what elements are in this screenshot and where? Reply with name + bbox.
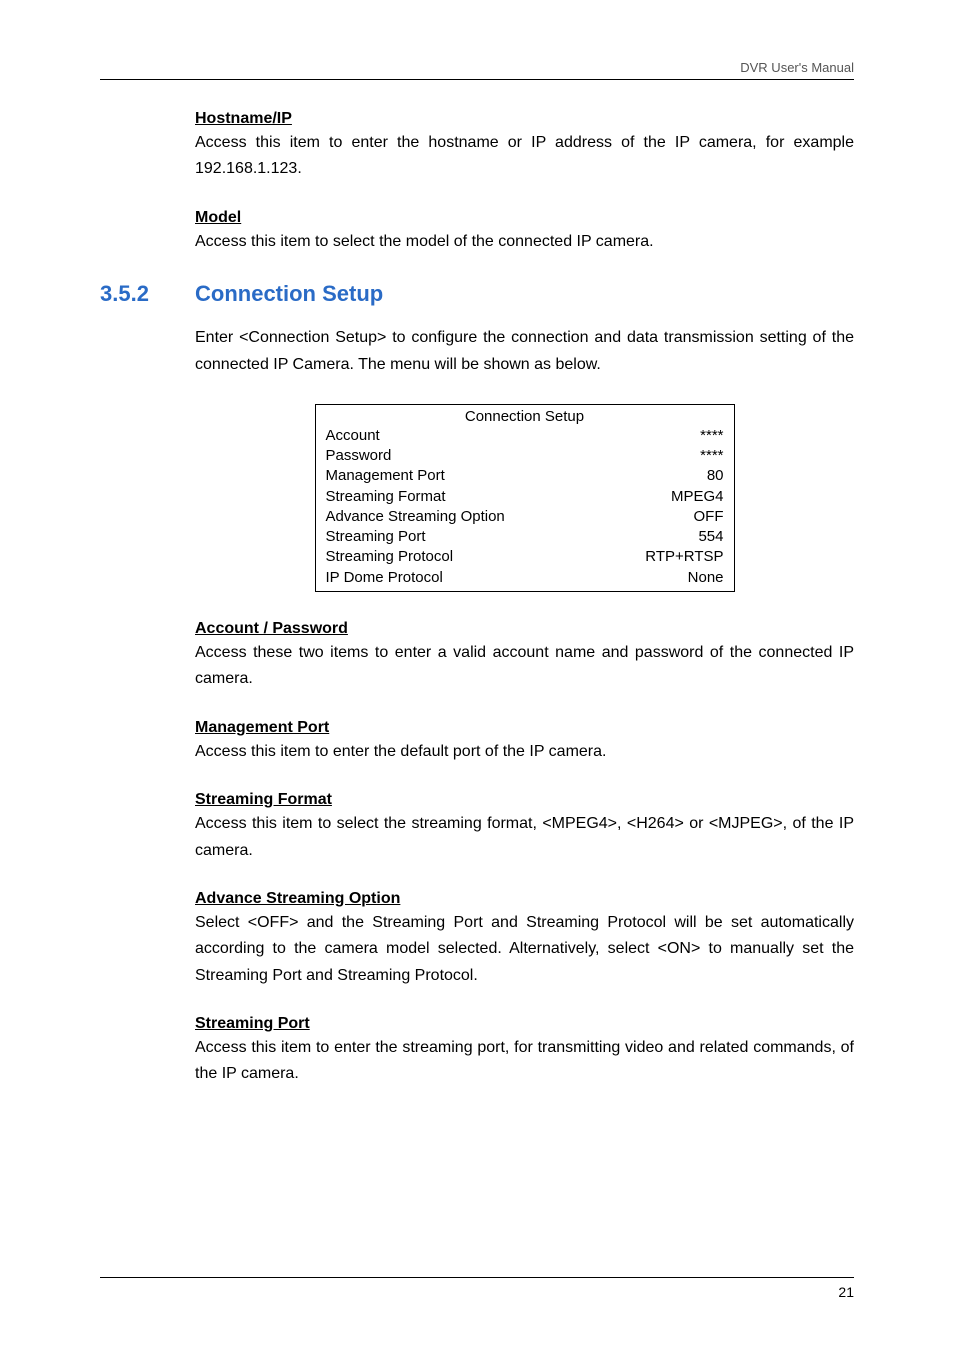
- table-value: 554: [698, 527, 723, 547]
- stream-format-body: Access this item to select the streaming…: [195, 811, 854, 864]
- model-body: Access this item to select the model of …: [195, 229, 854, 255]
- table-value: ****: [700, 426, 723, 446]
- stream-port-body: Access this item to enter the streaming …: [195, 1035, 854, 1088]
- table-label: Management Port: [326, 466, 445, 486]
- mgmt-port-body: Access this item to enter the default po…: [195, 739, 854, 765]
- model-heading: Model: [195, 209, 854, 227]
- account-body: Access these two items to enter a valid …: [195, 640, 854, 693]
- hostname-body: Access this item to enter the hostname o…: [195, 130, 854, 183]
- connection-setup-table: Connection Setup Account **** Password *…: [315, 404, 735, 592]
- table-row: Management Port 80: [316, 466, 734, 486]
- header-right-text: DVR User's Manual: [100, 60, 854, 75]
- stream-port-heading: Streaming Port: [195, 1015, 854, 1033]
- table-row: IP Dome Protocol None: [316, 568, 734, 591]
- table-label: IP Dome Protocol: [326, 568, 443, 588]
- table-row: Streaming Format MPEG4: [316, 487, 734, 507]
- table-value: None: [688, 568, 724, 588]
- table-value: MPEG4: [671, 487, 724, 507]
- table-row: Advance Streaming Option OFF: [316, 507, 734, 527]
- account-heading: Account / Password: [195, 620, 854, 638]
- mgmt-port-heading: Management Port: [195, 719, 854, 737]
- table-label: Password: [326, 446, 392, 466]
- table-label: Streaming Port: [326, 527, 426, 547]
- stream-format-heading: Streaming Format: [195, 791, 854, 809]
- page-footer: 21: [100, 1277, 854, 1300]
- hostname-heading: Hostname/IP: [195, 110, 854, 128]
- table-value: OFF: [694, 507, 724, 527]
- table-row: Account ****: [316, 426, 734, 446]
- table-label: Streaming Format: [326, 487, 446, 507]
- table-title: Connection Setup: [316, 405, 734, 426]
- table-row: Streaming Protocol RTP+RTSP: [316, 547, 734, 567]
- table-label: Streaming Protocol: [326, 547, 454, 567]
- table-label: Advance Streaming Option: [326, 507, 505, 527]
- table-label: Account: [326, 426, 380, 446]
- section-intro: Enter <Connection Setup> to configure th…: [195, 325, 854, 378]
- page-header: DVR User's Manual: [100, 60, 854, 80]
- table-value: RTP+RTSP: [645, 547, 723, 567]
- page-number: 21: [100, 1284, 854, 1300]
- adv-option-heading: Advance Streaming Option: [195, 890, 854, 908]
- section-number: 3.5.2: [100, 281, 195, 307]
- table-row: Password ****: [316, 446, 734, 466]
- section-heading-row: 3.5.2 Connection Setup: [100, 281, 854, 307]
- adv-option-body: Select <OFF> and the Streaming Port and …: [195, 910, 854, 989]
- table-value: 80: [707, 466, 724, 486]
- section-title: Connection Setup: [195, 281, 383, 307]
- table-row: Streaming Port 554: [316, 527, 734, 547]
- table-value: ****: [700, 446, 723, 466]
